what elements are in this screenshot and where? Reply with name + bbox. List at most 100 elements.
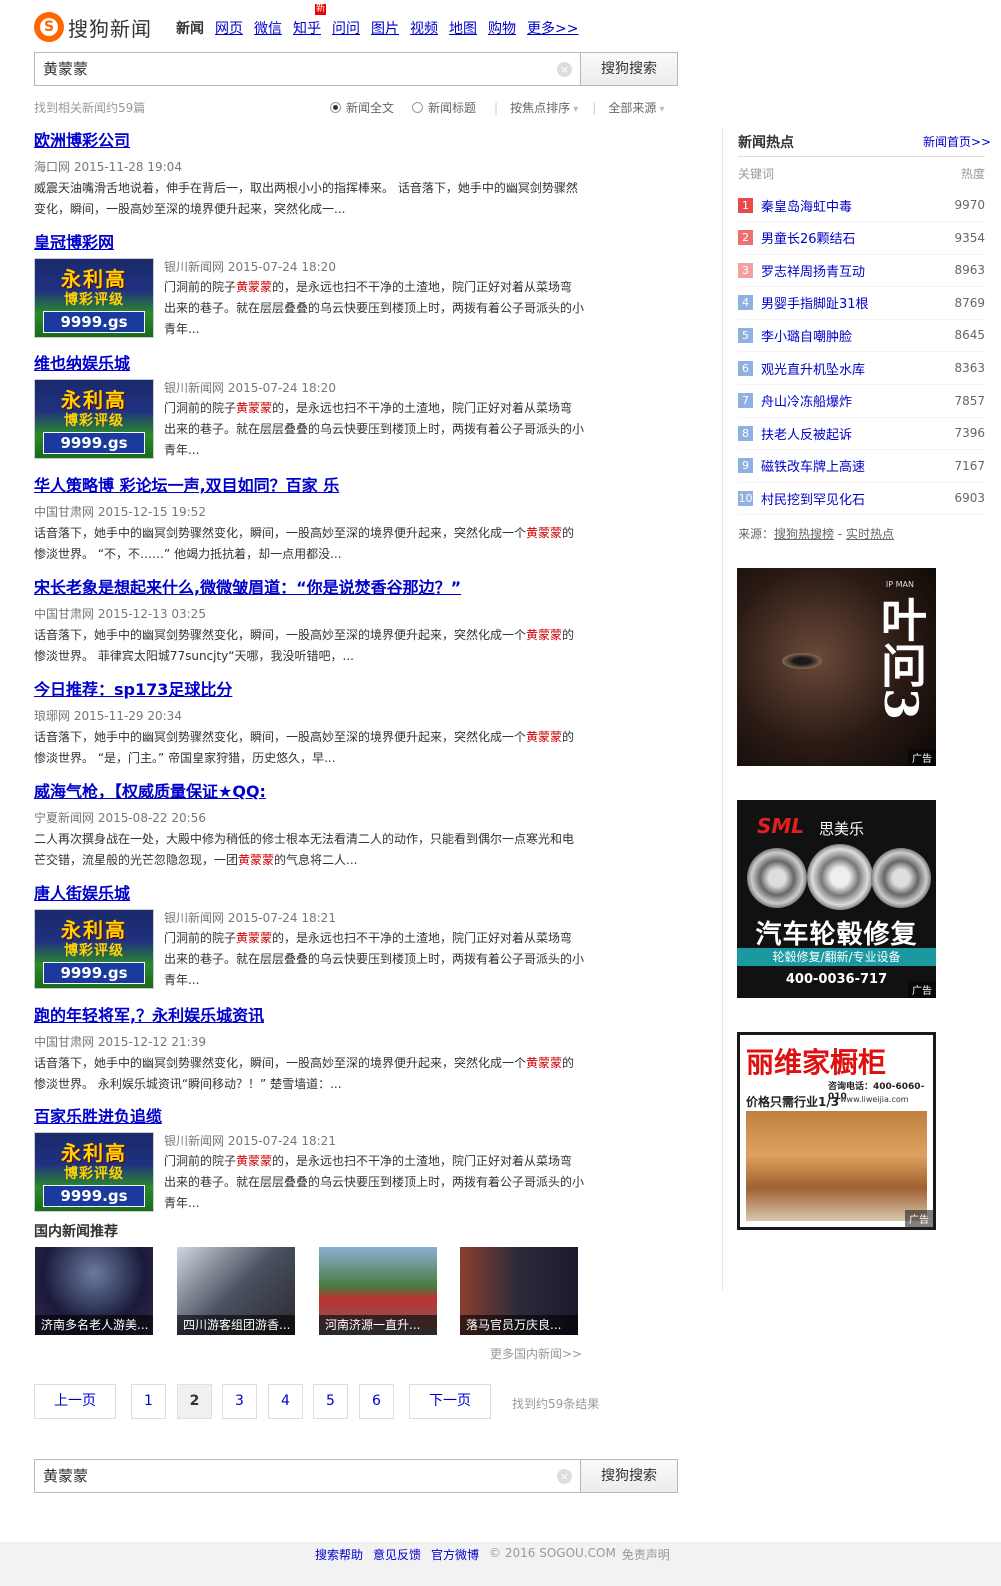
filter-title[interactable]: 新闻标题: [412, 99, 476, 116]
hot-item[interactable]: 4 男婴手指脚趾31根 8769: [738, 287, 985, 320]
hot-keyword-link[interactable]: 男童长26颗结石: [761, 228, 954, 247]
wheel-graphic: [807, 844, 873, 910]
hot-item[interactable]: 1 秦皇岛海虹中毒 9970: [738, 189, 985, 222]
hot-rank-badge: 2: [738, 230, 753, 246]
hot-item[interactable]: 8 扶老人反被起诉 7396: [738, 417, 985, 451]
hot-item[interactable]: 5 李小璐自嘲肿脸 8645: [738, 319, 985, 353]
hot-keyword-link[interactable]: 罗志祥周扬青互动: [761, 261, 954, 280]
filter-fulltext[interactable]: 新闻全文: [330, 99, 394, 116]
ad-banner-ipman[interactable]: 叶问3 IP MAN 广告: [737, 568, 936, 766]
recommend-card[interactable]: 落马官员万庆良...: [460, 1247, 578, 1335]
search-button[interactable]: 搜狗搜索: [580, 52, 678, 86]
thumb-line3: 9999.gs: [43, 311, 145, 333]
hot-item[interactable]: 9 磁铁改车牌上高速 7167: [738, 450, 985, 483]
result-item: 百家乐胜进负追缆 永利高 博彩评级 9999.gs 银川新闻网 2015-07-24…: [34, 1103, 594, 1214]
sort-dropdown[interactable]: 按焦点排序: [510, 99, 578, 116]
hot-keyword-link[interactable]: 李小璐自嘲肿脸: [761, 326, 954, 345]
hot-news-title: 新闻热点: [738, 135, 794, 151]
result-title[interactable]: 威海气枪，【权威质量保证★QQ:: [34, 778, 594, 802]
sogou-news-logo[interactable]: S 搜狗新闻: [34, 12, 152, 42]
result-thumbnail[interactable]: 永利高 博彩评级 9999.gs: [34, 258, 154, 338]
clear-icon[interactable]: ×: [557, 1469, 572, 1484]
recommend-card[interactable]: 四川游客组团游香...: [177, 1247, 295, 1335]
hot-keyword-link[interactable]: 村民挖到罕见化石: [761, 489, 954, 508]
nav-wenwen[interactable]: 问问: [332, 18, 360, 38]
result-title[interactable]: 宋长老象是想起来什么,微微皱眉道：“你是说焚香谷那边？”: [34, 574, 594, 598]
next-page-button[interactable]: 下一页: [409, 1384, 491, 1419]
result-meta: 宁夏新闻网 2015-08-22 20:56: [34, 811, 206, 825]
source-separator: -: [837, 527, 843, 541]
nav-map[interactable]: 地图: [449, 18, 477, 38]
hot-keyword-link[interactable]: 舟山冷冻船爆炸: [761, 391, 954, 410]
hot-keyword-link[interactable]: 磁铁改车牌上高速: [761, 456, 954, 475]
hot-item[interactable]: 10 村民挖到罕见化石 6903: [738, 482, 985, 516]
hot-item[interactable]: 7 舟山冷冻船爆炸 7857: [738, 385, 985, 418]
ad-sml-brand-cn: 思美乐: [819, 820, 865, 838]
result-title[interactable]: 唐人街娱乐城: [34, 880, 594, 904]
page-4[interactable]: 4: [268, 1384, 303, 1419]
nav-web[interactable]: 网页: [215, 18, 243, 38]
hot-keyword-link[interactable]: 秦皇岛海虹中毒: [761, 196, 954, 215]
hot-heat-value: 8645: [954, 328, 985, 343]
nav-zhihu[interactable]: 知乎 新: [293, 4, 327, 38]
hot-rank-badge: 1: [738, 197, 753, 213]
ad-sml-sub: 轮毂修复/翻新/专业设备: [737, 948, 936, 966]
result-snippet: 门洞前的院子黄蒙蒙的，是永远也扫不干净的土渣地，院门正好对着从菜场弯出来的巷子。…: [164, 280, 585, 336]
hot-keyword-link[interactable]: 扶老人反被起诉: [761, 424, 954, 443]
prev-page-button[interactable]: 上一页: [34, 1384, 116, 1419]
result-snippet: 门洞前的院子黄蒙蒙的，是永远也扫不干净的土渣地，院门正好对着从菜场弯出来的巷子。…: [164, 931, 585, 987]
result-title[interactable]: 百家乐胜进负追缆: [34, 1103, 594, 1127]
hot-item[interactable]: 2 男童长26颗结石 9354: [738, 222, 985, 255]
recommend-card[interactable]: 济南多名老人游美...: [35, 1247, 153, 1335]
result-title[interactable]: 华人策略博 彩论坛一声,双目如同？百家 乐: [34, 472, 594, 496]
source-dropdown[interactable]: 全部来源: [608, 99, 664, 116]
hot-item[interactable]: 3 罗志祥周扬青互动 8963: [738, 254, 985, 288]
result-title[interactable]: 欧洲博彩公司: [34, 127, 594, 151]
page-1[interactable]: 1: [131, 1384, 166, 1419]
thumb-line2: 博彩评级: [64, 413, 124, 429]
search-filters: 新闻全文 新闻标题 | 按焦点排序 | 全部来源: [330, 99, 679, 116]
nav-zhihu-label: 知乎: [293, 21, 321, 37]
hot-item[interactable]: 6 观光直升机坠水库 8363: [738, 352, 985, 385]
result-title[interactable]: 跑的年轻将军,？永利娱乐城资讯: [34, 1002, 594, 1026]
bottom-search-input[interactable]: 黄蒙蒙 ×: [34, 1459, 580, 1493]
source-link-realtime[interactable]: 实时热点: [846, 527, 894, 541]
weibo-link[interactable]: 官方微博: [431, 1546, 479, 1563]
result-title[interactable]: 皇冠博彩网: [34, 229, 594, 253]
nav-shopping[interactable]: 购物: [488, 18, 516, 38]
nav-images[interactable]: 图片: [371, 18, 399, 38]
recommend-caption: 落马官员万庆良...: [460, 1315, 578, 1335]
ad-lwj-url: www.liweijia.com: [840, 1095, 909, 1104]
search-input[interactable]: 黄蒙蒙 ×: [34, 52, 580, 86]
recommend-more-link[interactable]: 更多国内新闻>>: [490, 1345, 582, 1362]
result-title[interactable]: 今日推荐：sp173足球比分: [34, 676, 594, 700]
nav-more[interactable]: 更多>>: [527, 18, 578, 38]
nav-weixin[interactable]: 微信: [254, 18, 282, 38]
nav-video[interactable]: 视频: [410, 18, 438, 38]
page-3[interactable]: 3: [222, 1384, 257, 1419]
hot-keyword-link[interactable]: 男婴手指脚趾31根: [761, 293, 954, 312]
help-link[interactable]: 搜索帮助: [315, 1546, 363, 1563]
result-snippet: 话音落下，她手中的幽冥剑势骤然变化，瞬间，一股高妙至深的境界便升起来，突然化成一…: [34, 628, 575, 663]
result-thumbnail[interactable]: 永利高 博彩评级 9999.gs: [34, 909, 154, 989]
page-6[interactable]: 6: [359, 1384, 394, 1419]
disclaimer-link[interactable]: 免责声明: [622, 1546, 670, 1563]
recommend-card[interactable]: 河南济源一直升...: [319, 1247, 437, 1335]
recommend-title: 国内新闻推荐: [34, 1224, 118, 1240]
ad-banner-liweijia[interactable]: 丽维家橱柜 咨询电话：400-6060-010 价格只需行业1/3 www.li…: [737, 1032, 936, 1230]
nav-news[interactable]: 新闻: [176, 18, 204, 38]
result-thumbnail[interactable]: 永利高 博彩评级 9999.gs: [34, 379, 154, 459]
result-title[interactable]: 维也纳娱乐城: [34, 350, 594, 374]
news-home-link[interactable]: 新闻首页>>: [923, 133, 991, 150]
clear-icon[interactable]: ×: [557, 62, 572, 77]
source-link-hotsearch[interactable]: 搜狗热搜榜: [774, 527, 834, 541]
feedback-link[interactable]: 意见反馈: [373, 1546, 421, 1563]
result-thumbnail[interactable]: 永利高 博彩评级 9999.gs: [34, 1132, 154, 1212]
hot-keyword-link[interactable]: 观光直升机坠水库: [761, 359, 954, 378]
result-item: 跑的年轻将军,？永利娱乐城资讯 中国甘肃网 2015-12-12 21:39 话…: [34, 1002, 594, 1095]
bottom-search-button[interactable]: 搜狗搜索: [580, 1459, 678, 1493]
ad-banner-sml[interactable]: SML 思美乐 汽车轮毂修复 轮毂修复/翻新/专业设备 400-0036-717…: [737, 800, 936, 998]
hot-heat-value: 9354: [954, 230, 985, 245]
page-5[interactable]: 5: [313, 1384, 348, 1419]
result-item: 皇冠博彩网 永利高 博彩评级 9999.gs 银川新闻网 2015-07-24 18…: [34, 229, 594, 340]
